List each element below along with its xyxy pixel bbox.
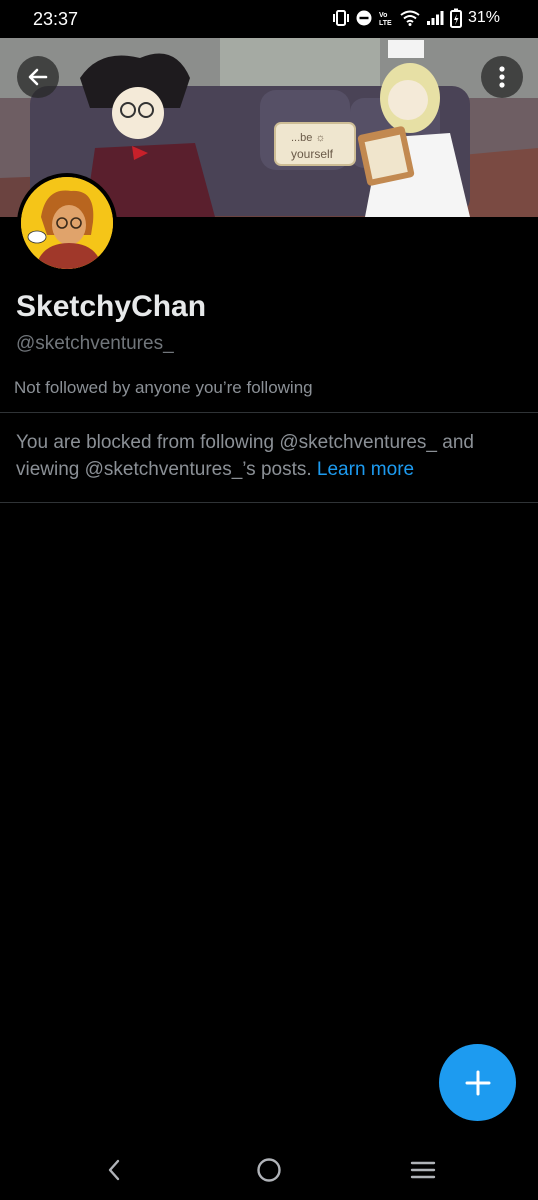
do-not-disturb-icon <box>356 10 372 26</box>
compose-button[interactable] <box>439 1044 516 1121</box>
profile-handle: @sketchventures_ <box>16 333 174 354</box>
nav-home-button[interactable] <box>251 1155 287 1185</box>
system-navigation-bar <box>0 1140 538 1200</box>
status-icons: Vo LTE 31% <box>332 8 500 28</box>
more-options-button[interactable] <box>481 56 523 98</box>
nav-recents-icon <box>410 1161 436 1179</box>
nav-recents-button[interactable] <box>405 1155 441 1185</box>
svg-text:LTE: LTE <box>379 20 392 27</box>
avatar[interactable] <box>17 173 117 273</box>
status-time: 23:37 <box>33 9 79 29</box>
plus-icon <box>465 1070 490 1095</box>
battery-percent: 31% <box>467 9 500 26</box>
back-button[interactable] <box>17 56 59 98</box>
learn-more-link[interactable]: Learn more <box>317 459 414 480</box>
signal-icon <box>426 11 444 25</box>
volte-icon: VoLTE <box>379 12 392 27</box>
status-bar: 23:37 Vo LTE 31% <box>0 0 538 38</box>
profile-display-name: SketchyChan <box>16 290 207 323</box>
avatar-image <box>21 177 113 269</box>
nav-back-button[interactable] <box>96 1155 132 1185</box>
nav-home-icon <box>257 1158 281 1182</box>
banner-sign-line2: yourself <box>291 147 334 161</box>
blocked-notice: You are blocked from following @sketchve… <box>16 429 516 483</box>
vibrate-icon <box>332 10 349 26</box>
battery-icon <box>449 8 462 28</box>
divider <box>0 502 538 503</box>
more-vertical-icon <box>499 66 505 88</box>
nav-back-icon <box>108 1159 120 1181</box>
svg-text:Vo: Vo <box>379 12 387 19</box>
banner-sign-line1: ...be ☼ <box>291 132 326 144</box>
arrow-left-icon <box>28 68 48 86</box>
followers-you-know-note: Not followed by anyone you’re following <box>14 378 313 397</box>
divider <box>0 412 538 413</box>
wifi-icon <box>400 10 420 26</box>
